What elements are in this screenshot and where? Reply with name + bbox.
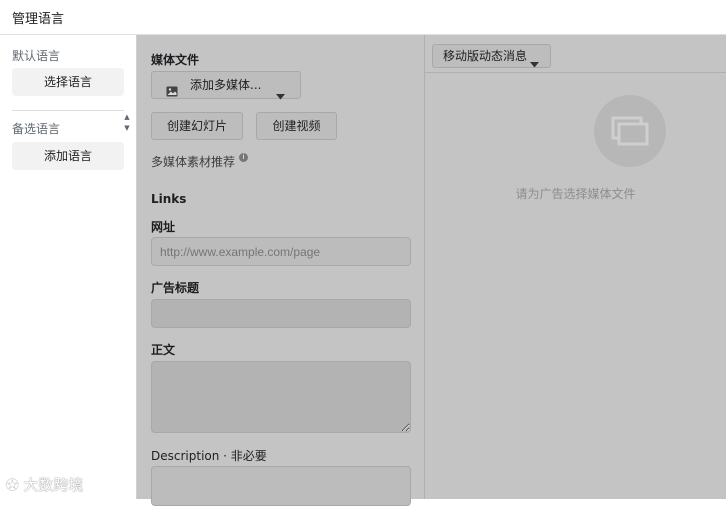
create-video-button[interactable]: 创建视频	[256, 112, 337, 140]
body-text-area[interactable]	[151, 361, 411, 433]
url-input[interactable]	[151, 237, 411, 266]
image-icon	[166, 80, 178, 106]
watermark-logo-icon: ✪	[6, 476, 24, 494]
body-text-label: 正文	[151, 343, 176, 357]
description-input[interactable]	[151, 466, 411, 506]
caret-down-icon	[530, 53, 539, 75]
language-panel: 默认语言 选择语言 ▲ ▼ 备选语言 添加语言	[0, 35, 137, 499]
add-media-label: 添加多媒体...	[190, 78, 262, 92]
window-title: 管理语言	[12, 12, 65, 27]
default-language-label: 默认语言	[12, 49, 61, 63]
watermark-text: 大数跨境	[23, 476, 84, 494]
media-recommendations-label: 多媒体素材推荐	[151, 155, 236, 169]
language-divider	[12, 110, 124, 111]
spinner-down-icon[interactable]: ▼	[121, 123, 133, 134]
select-language-button[interactable]: 选择语言	[12, 68, 124, 96]
placement-dropdown-label: 移动版动态消息	[443, 49, 528, 63]
media-section-title: 媒体文件	[151, 53, 200, 67]
watermark: ✪ 大数跨境	[6, 474, 83, 495]
links-section-title: Links	[151, 192, 187, 206]
placement-dropdown[interactable]: 移动版动态消息	[432, 44, 551, 68]
add-language-button[interactable]: 添加语言	[12, 142, 124, 170]
info-icon[interactable]: i	[239, 153, 248, 162]
language-scroll-spinner[interactable]: ▲ ▼	[121, 112, 133, 134]
preview-header: 移动版动态消息	[425, 35, 726, 73]
create-slideshow-button[interactable]: 创建幻灯片	[151, 112, 243, 140]
spinner-up-icon[interactable]: ▲	[121, 112, 133, 123]
ad-preview-panel: 移动版动态消息 请为广告选择媒体文件	[425, 35, 726, 499]
headline-input[interactable]	[151, 299, 411, 328]
headline-label: 广告标题	[151, 281, 200, 295]
media-placeholder-icon	[594, 95, 666, 167]
description-label: Description · 非必要	[151, 449, 267, 463]
url-label: 网址	[151, 220, 176, 234]
caret-down-icon	[276, 83, 285, 109]
ad-creative-form: 媒体文件 添加多媒体... 创建幻灯片 创建视频 多媒体素材推荐 i Links…	[137, 35, 425, 506]
window-titlebar: 管理语言	[0, 0, 726, 35]
no-media-message: 请为广告选择媒体文件	[515, 187, 636, 201]
alt-language-label: 备选语言	[12, 122, 61, 136]
add-media-dropdown[interactable]: 添加多媒体...	[151, 71, 301, 100]
